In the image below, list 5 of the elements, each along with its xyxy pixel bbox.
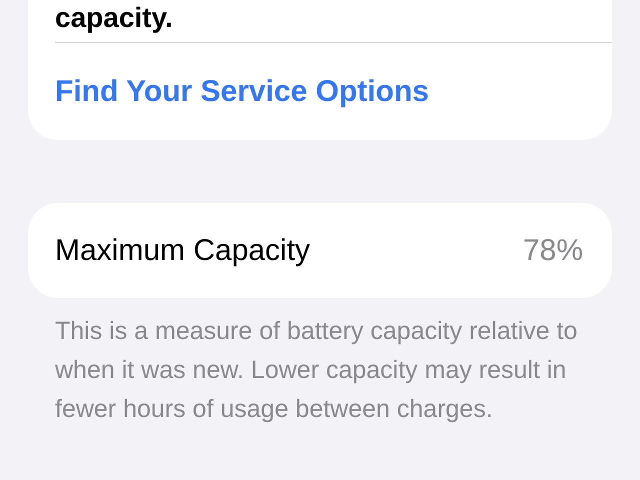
capacity-label: Maximum Capacity (55, 233, 310, 269)
service-options-link[interactable]: Find Your Service Options (55, 69, 429, 114)
capacity-value: 78% (522, 233, 583, 269)
footnote-text: This is a measure of battery capacity relative to when it was new. Lower capacity may result in fewer hours of usage between charges. (54, 316, 578, 425)
description-text: capacity. (55, 1, 173, 35)
